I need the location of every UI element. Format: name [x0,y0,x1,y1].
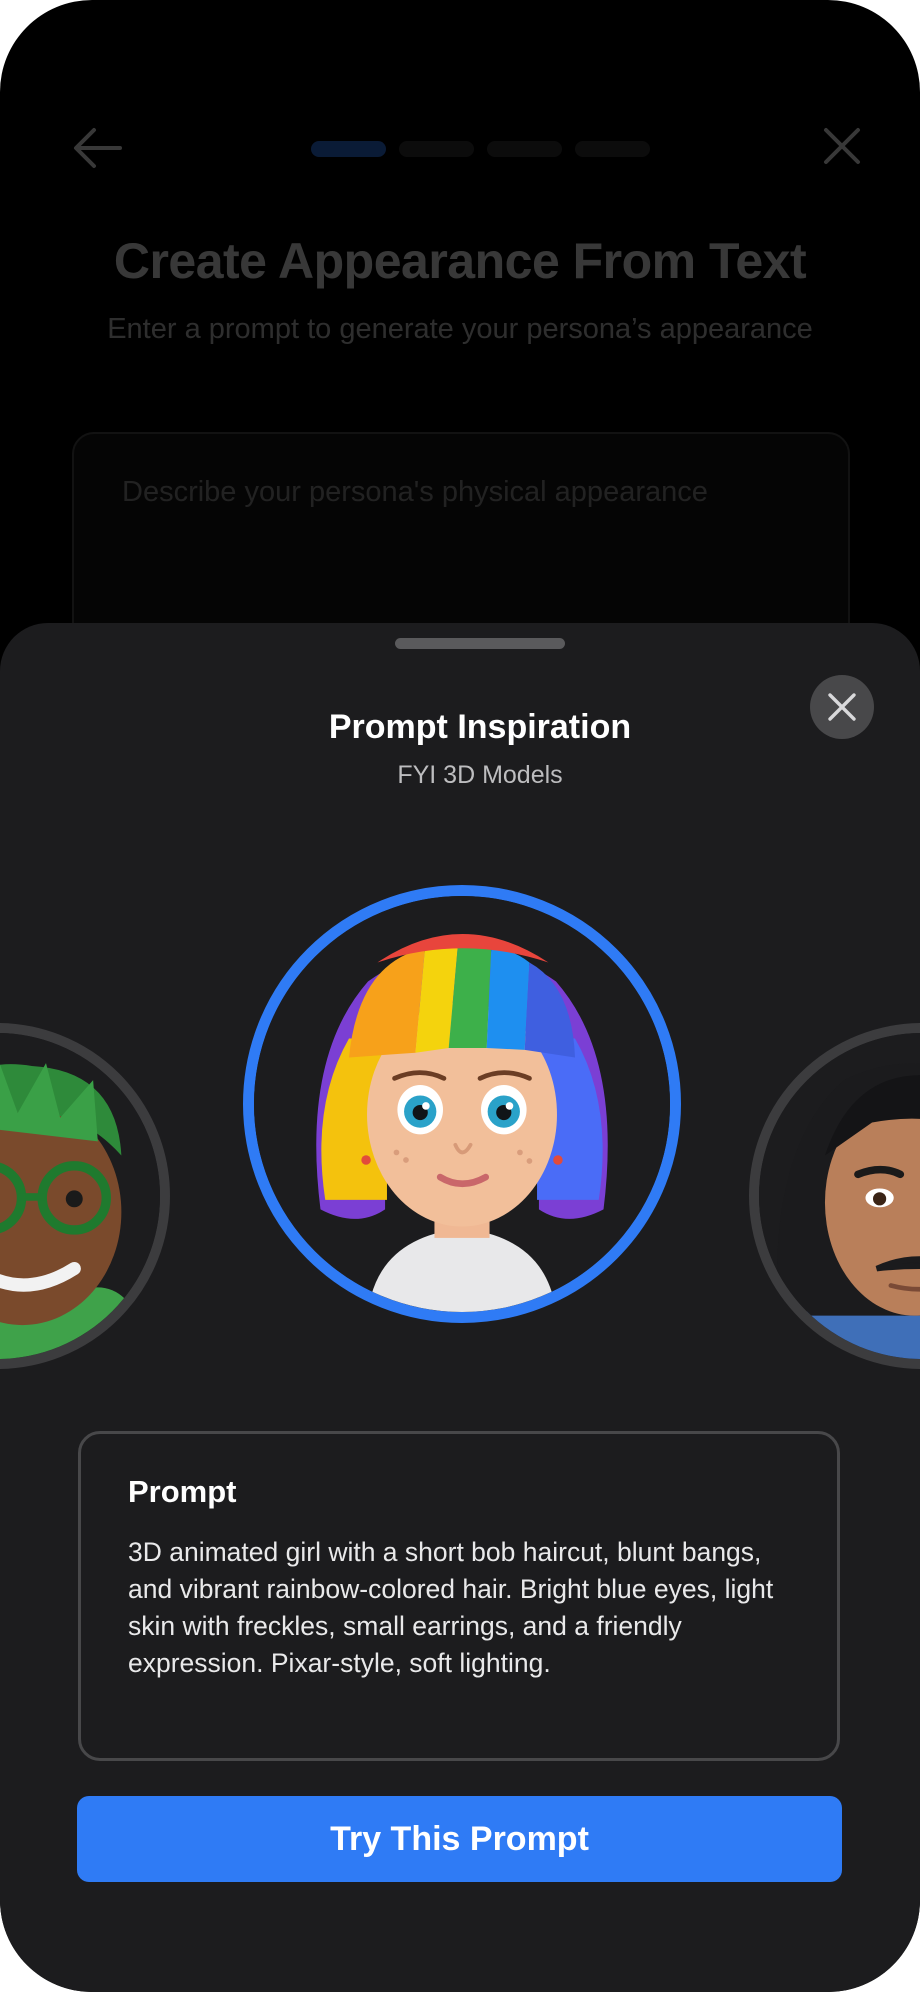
page-close-button[interactable] [820,124,864,168]
phone-screen: Create Appearance From Text Enter a prom… [0,0,920,1992]
back-button[interactable] [72,122,124,174]
rainbow-bob-girl-avatar [254,896,670,1312]
prompt-card: Prompt 3D animated girl with a short bob… [78,1431,840,1761]
progress-step-1 [311,141,386,157]
page-subtitle: Enter a prompt to generate your persona’… [107,313,813,345]
long-black-hair-man-avatar [759,1033,920,1359]
close-icon [824,128,860,164]
try-this-prompt-button[interactable]: Try This Prompt [77,1796,842,1882]
avatar-option-center[interactable] [243,885,681,1323]
page-title: Create Appearance From Text [113,233,807,289]
avatar-option-right[interactable] [749,1023,920,1369]
green-hair-boy-avatar [0,1033,160,1359]
prompt-text: 3D animated girl with a short bob haircu… [128,1537,774,1678]
prompt-inspiration-sheet: Prompt Inspiration FYI 3D Models Prompt … [0,623,920,1992]
textarea-placeholder: Describe your persona's physical appeara… [122,476,708,508]
avatar-option-left[interactable] [0,1023,170,1369]
progress-step-2 [399,141,474,157]
prompt-heading: Prompt [128,1474,237,1509]
sheet-title: Prompt Inspiration [328,708,632,746]
progress-step-3 [487,141,562,157]
arrow-left-icon [74,128,122,168]
sheet-drag-handle[interactable] [395,638,565,649]
progress-steps [311,141,650,157]
sheet-subtitle: FYI 3D Models [397,761,563,789]
progress-step-4 [575,141,650,157]
